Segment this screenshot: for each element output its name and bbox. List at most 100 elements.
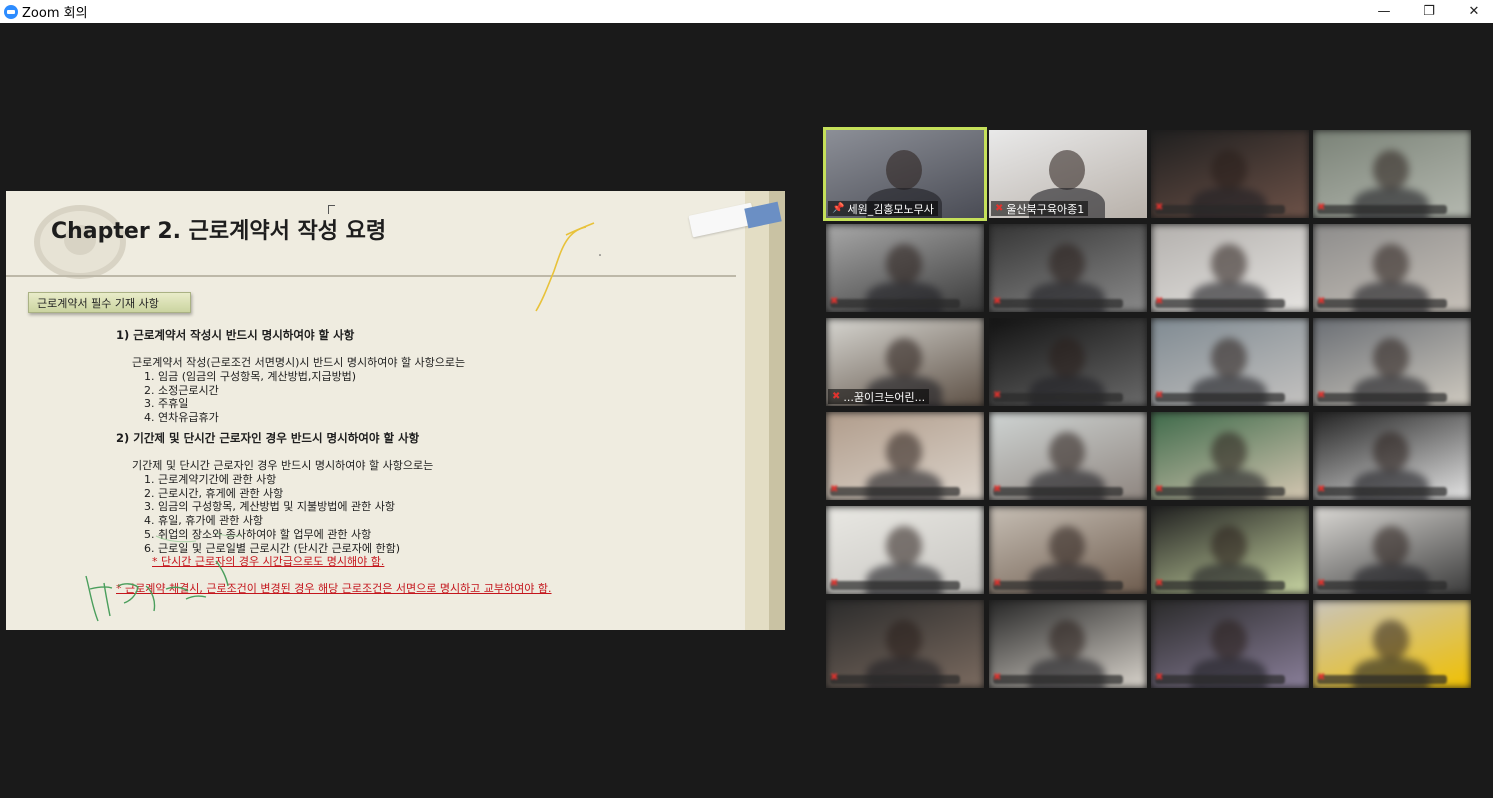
participant-silhouette bbox=[1211, 620, 1247, 660]
participant-video-tile[interactable]: ✖ bbox=[989, 224, 1147, 312]
maximize-button[interactable]: ❐ bbox=[1407, 0, 1451, 23]
participant-silhouette bbox=[1049, 338, 1085, 378]
participant-video-tile[interactable]: ✖ bbox=[1313, 412, 1471, 500]
participant-video-tile[interactable]: ✖ ...꿈이크는어린... bbox=[826, 318, 984, 406]
participant-video-tile[interactable]: ✖ bbox=[1313, 224, 1471, 312]
participant-name-blurred: ✖ bbox=[1155, 672, 1285, 684]
participant-video-tile[interactable]: ✖ bbox=[1151, 224, 1309, 312]
participant-video-tile[interactable]: ✖ bbox=[1151, 600, 1309, 688]
close-button[interactable]: ✕ bbox=[1452, 0, 1493, 23]
participant-silhouette bbox=[886, 150, 922, 190]
participant-silhouette bbox=[1373, 244, 1409, 284]
participant-silhouette bbox=[886, 432, 922, 472]
mic-muted-icon: ✖ bbox=[830, 672, 839, 683]
participant-name-label: ✖ ...꿈이크는어린... bbox=[828, 389, 930, 404]
mic-muted-icon: ✖ bbox=[830, 296, 839, 307]
mic-muted-icon: ✖ bbox=[993, 672, 1002, 683]
mic-muted-icon: ✖ bbox=[993, 296, 1002, 307]
participant-name-blurred: ✖ bbox=[830, 672, 960, 684]
participant-silhouette bbox=[1049, 620, 1085, 660]
participant-name-blurred: ✖ bbox=[1317, 202, 1447, 214]
participant-name-blurred: ✖ bbox=[830, 578, 960, 590]
participant-name-blurred: ✖ bbox=[1317, 578, 1447, 590]
participant-video-tile[interactable]: ✖ bbox=[1151, 412, 1309, 500]
participant-silhouette bbox=[1211, 244, 1247, 284]
mic-muted-icon: ✖ bbox=[1155, 296, 1164, 307]
participant-name-blurred: ✖ bbox=[993, 484, 1123, 496]
mic-muted-icon: ✖ bbox=[832, 391, 841, 402]
participant-silhouette bbox=[886, 338, 922, 378]
participant-video-tile[interactable]: ✖ bbox=[1151, 130, 1309, 218]
participant-video-tile[interactable]: ✖ bbox=[989, 600, 1147, 688]
mic-muted-icon: ✖ bbox=[1155, 672, 1164, 683]
participant-video-tile[interactable]: ✖ bbox=[1151, 318, 1309, 406]
participant-name-blurred: ✖ bbox=[830, 296, 960, 308]
mic-muted-icon: ✖ bbox=[1317, 484, 1326, 495]
participant-name: 울산북구육아종1 bbox=[1006, 202, 1085, 216]
participant-video-tile[interactable]: ✖ bbox=[1151, 506, 1309, 594]
participant-name-label: ✖ 울산북구육아종1 bbox=[991, 201, 1089, 216]
participant-video-tile[interactable]: ✖ 울산북구육아종1 bbox=[989, 130, 1147, 218]
participant-silhouette bbox=[1211, 338, 1247, 378]
mic-muted-icon: ✖ bbox=[1317, 672, 1326, 683]
participant-silhouette bbox=[1373, 150, 1409, 190]
participant-video-tile[interactable]: ✖ bbox=[1313, 506, 1471, 594]
participant-video-tile[interactable]: ✖ bbox=[826, 224, 984, 312]
mic-muted-icon: ✖ bbox=[1317, 296, 1326, 307]
participant-video-tile[interactable]: ✖ bbox=[1313, 130, 1471, 218]
participant-silhouette bbox=[1049, 432, 1085, 472]
participant-silhouette bbox=[1211, 150, 1247, 190]
mic-muted-icon: ✖ bbox=[830, 578, 839, 589]
participant-silhouette bbox=[1049, 526, 1085, 566]
participant-name-label: 📌 세원_김홍모노무사 bbox=[828, 201, 938, 216]
zoom-logo-icon bbox=[4, 4, 18, 19]
mic-muted-icon: ✖ bbox=[1155, 202, 1164, 213]
participant-silhouette bbox=[1211, 432, 1247, 472]
participant-name-blurred: ✖ bbox=[1317, 672, 1447, 684]
mic-muted-icon: ✖ bbox=[1317, 390, 1326, 401]
participant-silhouette bbox=[1211, 526, 1247, 566]
participant-silhouette bbox=[886, 244, 922, 284]
participant-name-blurred: ✖ bbox=[993, 296, 1123, 308]
participant-video-tile[interactable]: 📌 세원_김홍모노무사 bbox=[826, 130, 984, 218]
minimize-button[interactable]: — bbox=[1362, 0, 1406, 23]
participant-video-tile[interactable]: ✖ bbox=[826, 600, 984, 688]
mic-muted-icon: ✖ bbox=[993, 484, 1002, 495]
participant-name-blurred: ✖ bbox=[1317, 296, 1447, 308]
participant-video-tile[interactable]: ✖ bbox=[989, 412, 1147, 500]
participant-video-tile[interactable]: ✖ bbox=[826, 412, 984, 500]
participant-silhouette bbox=[1049, 150, 1085, 190]
window-title: Zoom 회의 bbox=[22, 6, 88, 21]
participant-silhouette bbox=[886, 526, 922, 566]
participant-name-blurred: ✖ bbox=[1155, 202, 1285, 214]
mic-muted-icon: ✖ bbox=[993, 390, 1002, 401]
mic-muted-icon: ✖ bbox=[1155, 390, 1164, 401]
mic-muted-icon: ✖ bbox=[1317, 202, 1326, 213]
participant-video-tile[interactable]: ✖ bbox=[1313, 600, 1471, 688]
participant-video-tile[interactable]: ✖ bbox=[989, 506, 1147, 594]
participant-name-blurred: ✖ bbox=[1317, 484, 1447, 496]
participant-silhouette bbox=[886, 620, 922, 660]
shared-screen-slide[interactable]: Chapter 2. 근로계약서 작성 요령 근로계약서 필수 기재 사항 1)… bbox=[6, 191, 785, 630]
participant-video-tile[interactable]: ✖ bbox=[989, 318, 1147, 406]
participant-silhouette bbox=[1373, 338, 1409, 378]
participant-name-blurred: ✖ bbox=[1155, 390, 1285, 402]
participant-video-tile[interactable]: ✖ bbox=[826, 506, 984, 594]
participant-silhouette bbox=[1373, 432, 1409, 472]
participant-video-tile[interactable]: ✖ bbox=[1313, 318, 1471, 406]
participant-silhouette bbox=[1373, 526, 1409, 566]
mic-muted-icon: ✖ bbox=[995, 203, 1004, 214]
window-titlebar: Zoom 회의 — ❐ ✕ bbox=[0, 0, 1493, 23]
participant-silhouette bbox=[1373, 620, 1409, 660]
mic-muted-icon: ✖ bbox=[1155, 578, 1164, 589]
participant-name: 세원_김홍모노무사 bbox=[847, 202, 934, 216]
participant-silhouette bbox=[1049, 244, 1085, 284]
participant-name-blurred: ✖ bbox=[993, 578, 1123, 590]
mic-muted-icon: ✖ bbox=[1317, 578, 1326, 589]
participant-name-blurred: ✖ bbox=[1317, 390, 1447, 402]
participant-name-blurred: ✖ bbox=[993, 672, 1123, 684]
pin-icon: 📌 bbox=[832, 203, 845, 214]
participant-name-blurred: ✖ bbox=[1155, 578, 1285, 590]
mic-muted-icon: ✖ bbox=[1155, 484, 1164, 495]
mic-muted-icon: ✖ bbox=[993, 578, 1002, 589]
